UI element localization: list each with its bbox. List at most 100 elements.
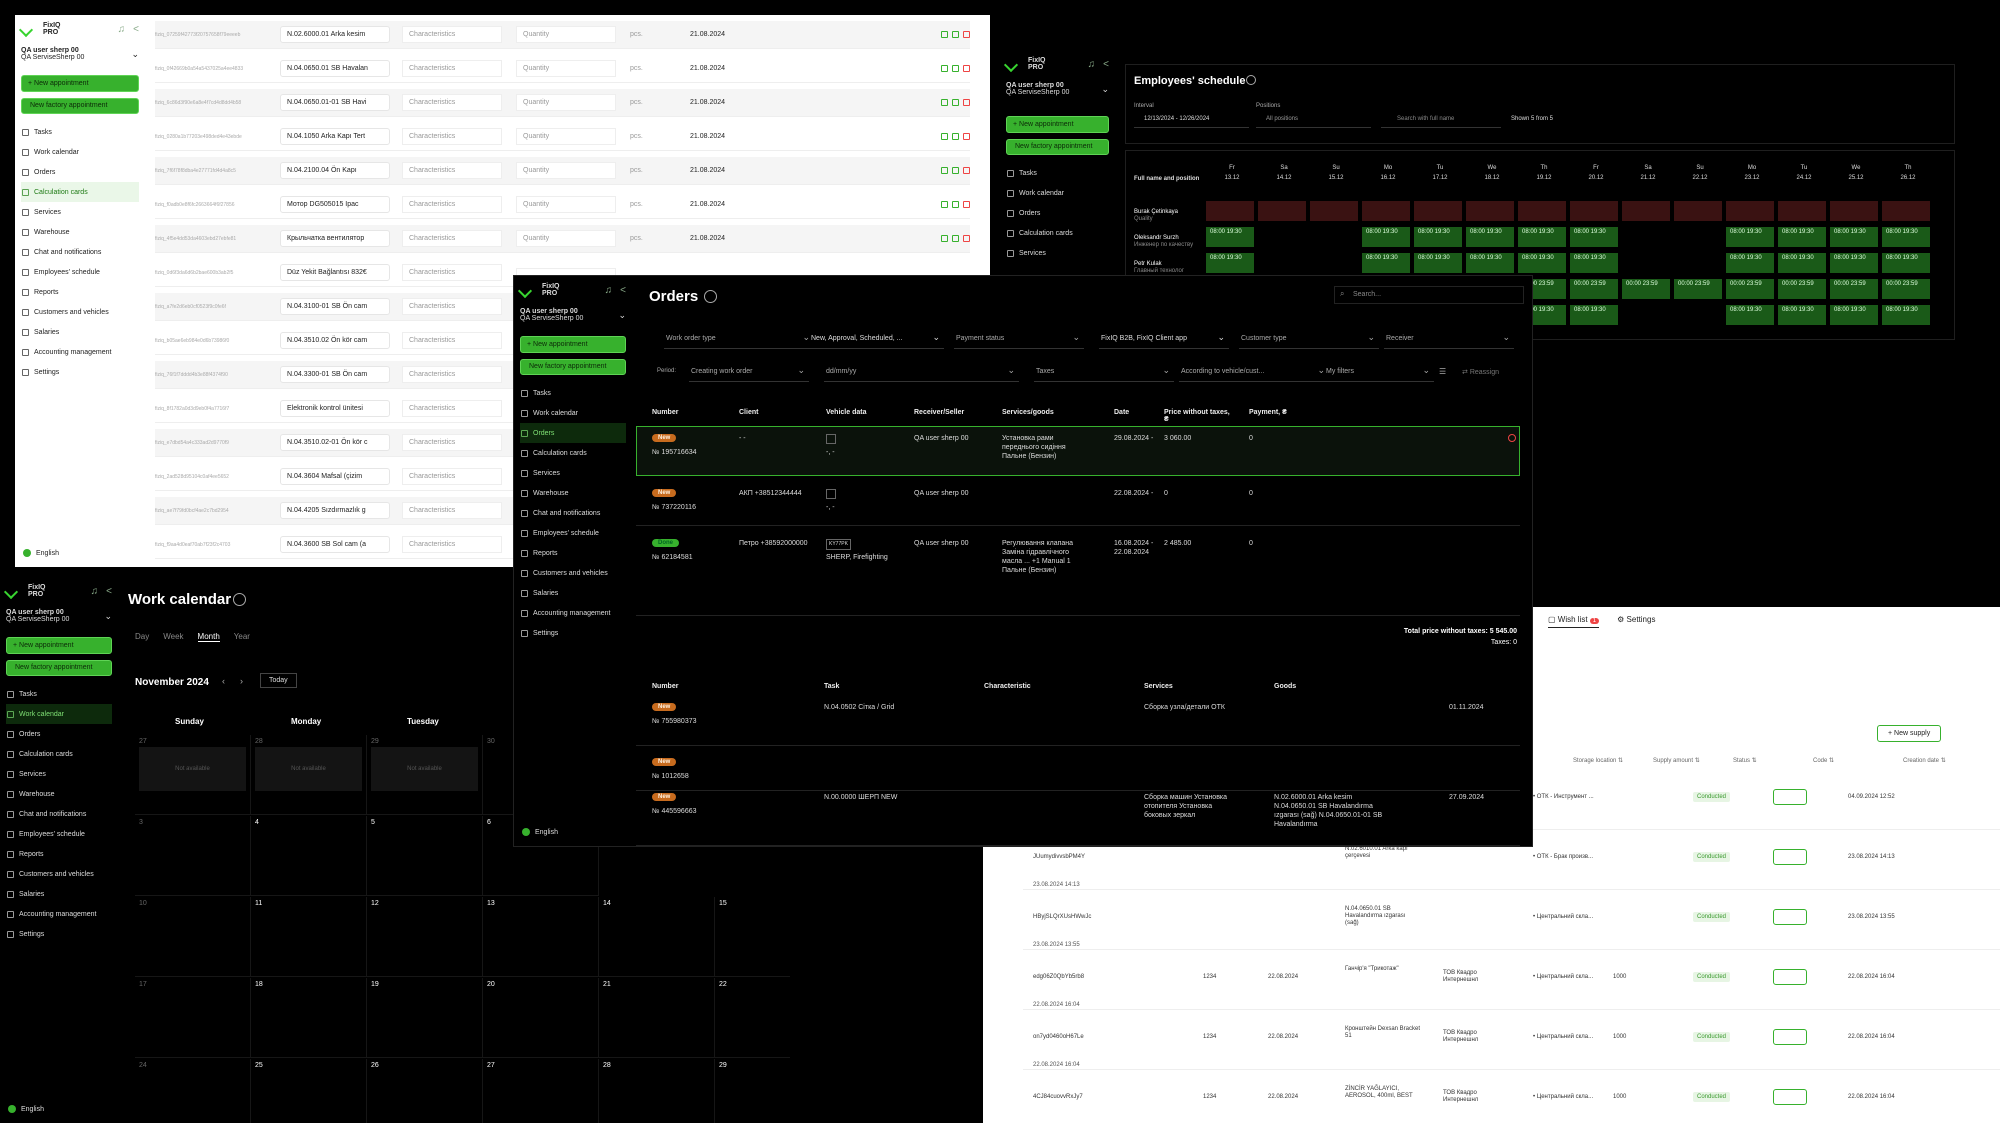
table-row[interactable]: fiziq_f0adb0e8f6fc2663664f6f27856 Мотор D… [155,191,970,219]
shift-cell[interactable] [1726,201,1774,221]
shift-cell[interactable]: 08:00 19:30 [1414,253,1462,273]
code-button[interactable] [1773,969,1807,985]
edit-icon[interactable] [952,133,959,140]
calendar-day[interactable]: 29 Not available [367,735,483,815]
calendar-day[interactable]: 26 [367,1059,483,1123]
item-name-field[interactable]: N.04.4205 Sızdırmazlık g [280,502,390,519]
delete-icon[interactable] [963,65,970,72]
new-appointment-button[interactable]: + New appointment [1006,116,1109,133]
task-number[interactable]: № 755980373 [652,717,697,726]
menu-item-work-calendar[interactable]: Work calendar [520,403,626,423]
shift-cell[interactable]: 08:00 19:30 [1206,253,1254,273]
table-row[interactable]: fiziq_4f5e4dd53da4603ebd27ebfe81 Крыльчат… [155,225,970,253]
menu-item-orders[interactable]: Orders [21,162,139,182]
collapse-icon[interactable]: < [1103,59,1109,70]
order-row[interactable] [636,481,1520,526]
shift-cell[interactable] [1258,201,1306,221]
chevron-left-icon[interactable]: ‹ [222,676,225,686]
menu-item-reports[interactable]: Reports [21,282,139,302]
shift-cell[interactable] [1674,201,1722,221]
menu-item-chat[interactable]: Chat and notifications [6,804,112,824]
column-header[interactable]: Status ⇅ [1733,757,1757,764]
column-header[interactable]: Task [824,683,839,690]
characteristics-field[interactable]: Characteristics [402,128,502,145]
calendar-day[interactable]: 18 [251,978,367,1058]
quantity-field[interactable]: Quantity [516,162,616,179]
menu-item-work-calendar[interactable]: Work calendar [1006,183,1109,203]
unit-select[interactable]: pcs. [630,201,690,208]
characteristics-field[interactable]: Characteristics [402,502,502,519]
edit-icon[interactable] [952,31,959,38]
info-icon[interactable] [233,593,246,606]
column-header[interactable]: Storage location ⇅ [1573,757,1623,764]
menu-item-services[interactable]: Services [520,463,626,483]
menu-item-accounting[interactable]: Accounting management [520,603,626,623]
menu-item-warehouse[interactable]: Warehouse [6,784,112,804]
new-factory-appointment-button[interactable]: New factory appointment [21,98,139,114]
characteristics-field[interactable]: Characteristics [402,94,502,111]
menu-item-reports[interactable]: Reports [520,543,626,563]
menu-item-warehouse[interactable]: Warehouse [520,483,626,503]
shift-cell[interactable] [1518,201,1566,221]
unit-select[interactable]: pcs. [630,99,690,106]
language-switcher[interactable]: English [8,1105,44,1113]
delete-icon[interactable] [963,235,970,242]
delete-icon[interactable] [963,133,970,140]
shift-cell[interactable] [1414,201,1462,221]
delete-icon[interactable] [963,31,970,38]
menu-item-settings[interactable]: Settings [520,623,626,643]
delete-icon[interactable] [963,99,970,106]
calendar-day[interactable]: 27 Not available [135,735,251,815]
language-switcher[interactable]: English [522,828,558,836]
table-row[interactable]: HByjSLQrXUsHWwJc N.04.0650.01 SB Havaland… [1023,892,2000,950]
new-factory-appointment-button[interactable]: New factory appointment [520,359,626,375]
shift-cell[interactable]: 08:00 19:30 [1570,253,1618,273]
menu-item-tasks[interactable]: Tasks [21,122,139,142]
quantity-field[interactable]: Quantity [516,60,616,77]
quantity-field[interactable]: Quantity [516,128,616,145]
characteristics-field[interactable]: Characteristics [402,60,502,77]
info-icon[interactable] [1246,75,1256,85]
item-name-field[interactable]: N.04.3510.02 Ön kör cam [280,332,390,349]
calendar-day[interactable]: 15 [715,897,790,977]
menu-item-tasks[interactable]: Tasks [6,684,112,704]
menu-item-chat[interactable]: Chat and notifications [520,503,626,523]
view-tab-day[interactable]: Day [135,632,149,642]
column-header[interactable]: Number [652,409,722,416]
copy-icon[interactable] [941,201,948,208]
shift-cell[interactable]: 08:00 19:30 [1778,305,1826,325]
payment-status-select[interactable]: Payment status [954,331,1084,349]
shift-cell[interactable]: 08:00 19:30 [1466,253,1514,273]
column-header[interactable]: Vehicle data [826,409,896,416]
code-button[interactable] [1773,849,1807,865]
shift-cell[interactable]: 08:00 19:30 [1726,305,1774,325]
shift-cell[interactable]: 08:00 19:30 [1778,253,1826,273]
column-header[interactable]: Services/goods [1002,409,1072,416]
shift-cell[interactable] [1570,201,1618,221]
column-header[interactable]: Client [739,409,809,416]
shift-cell[interactable] [1778,201,1826,221]
view-tab-week[interactable]: Week [163,632,183,642]
column-header[interactable]: Goods [1274,683,1296,690]
positions-select[interactable]: All positions [1256,112,1371,128]
characteristics-field[interactable]: Characteristics [402,196,502,213]
menu-item-settings[interactable]: Settings [21,362,139,382]
menu-item-chat[interactable]: Chat and notifications [21,242,139,262]
unit-select[interactable]: pcs. [630,167,690,174]
item-name-field[interactable]: Düz Yekit Bağlantısı 832€ [280,264,390,281]
copy-icon[interactable] [941,99,948,106]
characteristics-field[interactable]: Characteristics [402,468,502,485]
column-header[interactable]: Number [652,683,678,690]
shift-cell[interactable]: 08:00 19:30 [1362,253,1410,273]
collapse-icon[interactable]: < [620,285,626,296]
edit-icon[interactable] [952,65,959,72]
menu-item-services[interactable]: Services [6,764,112,784]
user-switcher[interactable]: QA user sherp 00 QA ServiseSherp 00 ⌄ [1006,82,1109,96]
order-search-input[interactable]: Search... [1334,286,1524,304]
menu-item-work-calendar[interactable]: Work calendar [21,142,139,162]
shift-cell[interactable]: 08:00 19:30 [1830,227,1878,247]
menu-item-tasks[interactable]: Tasks [1006,163,1109,183]
menu-item-accounting[interactable]: Accounting management [6,904,112,924]
apps-select[interactable]: FixIQ B2B, FixIQ Client app [1099,331,1229,349]
shift-cell[interactable]: 08:00 19:30 [1882,227,1930,247]
